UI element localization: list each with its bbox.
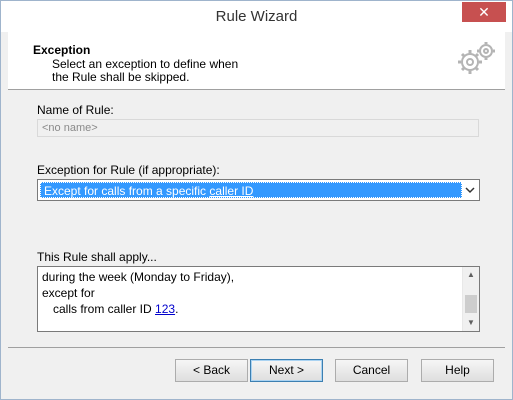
- next-button[interactable]: Next >: [250, 359, 323, 382]
- summary-line: during the week (Monday to Friday),: [42, 270, 235, 284]
- wizard-header: Exception Select an exception to define …: [8, 32, 505, 90]
- title-bar[interactable]: Rule Wizard ✕: [1, 1, 512, 32]
- scroll-down-icon[interactable]: ▼: [463, 315, 479, 331]
- summary-period: .: [175, 302, 179, 316]
- rule-summary-text: during the week (Monday to Friday), exce…: [42, 269, 460, 317]
- caller-id-link[interactable]: 123: [155, 302, 175, 316]
- apply-label: This Rule shall apply...: [37, 250, 157, 264]
- exception-selected-value: Except for calls from a specific caller …: [40, 182, 462, 198]
- vertical-scrollbar[interactable]: ▲ ▼: [462, 267, 479, 331]
- summary-line: calls from caller ID 123.: [42, 301, 460, 317]
- scroll-up-icon[interactable]: ▲: [463, 267, 479, 283]
- rule-summary-box[interactable]: during the week (Monday to Friday), exce…: [37, 266, 480, 332]
- cancel-button[interactable]: Cancel: [335, 359, 408, 382]
- scroll-thumb[interactable]: [465, 295, 477, 313]
- summary-line: except for: [42, 286, 95, 300]
- step-description: Select an exception to define when the R…: [52, 57, 239, 84]
- rule-name-label: Name of Rule:: [37, 103, 114, 117]
- chevron-down-icon[interactable]: [463, 183, 477, 197]
- back-button[interactable]: < Back: [175, 359, 248, 382]
- exception-label: Exception for Rule (if appropriate):: [37, 163, 220, 177]
- exception-dropdown[interactable]: Except for calls from a specific caller …: [37, 179, 480, 201]
- dialog-client: Exception Select an exception to define …: [8, 32, 505, 394]
- close-button[interactable]: ✕: [462, 2, 506, 22]
- exception-selected-text: Except for calls from a specific: [44, 184, 210, 198]
- help-button[interactable]: Help: [421, 359, 494, 382]
- gears-icon: [458, 42, 495, 74]
- rule-name-field: <no name>: [37, 119, 479, 137]
- window-title: Rule Wizard: [215, 8, 298, 25]
- footer-divider: [8, 347, 505, 348]
- summary-caller-text: calls from caller ID: [53, 302, 156, 316]
- rule-wizard-window: Rule Wizard ✕ Exception Select an except…: [0, 0, 513, 400]
- exception-selected-link: caller ID: [209, 184, 254, 198]
- step-title: Exception: [33, 43, 91, 57]
